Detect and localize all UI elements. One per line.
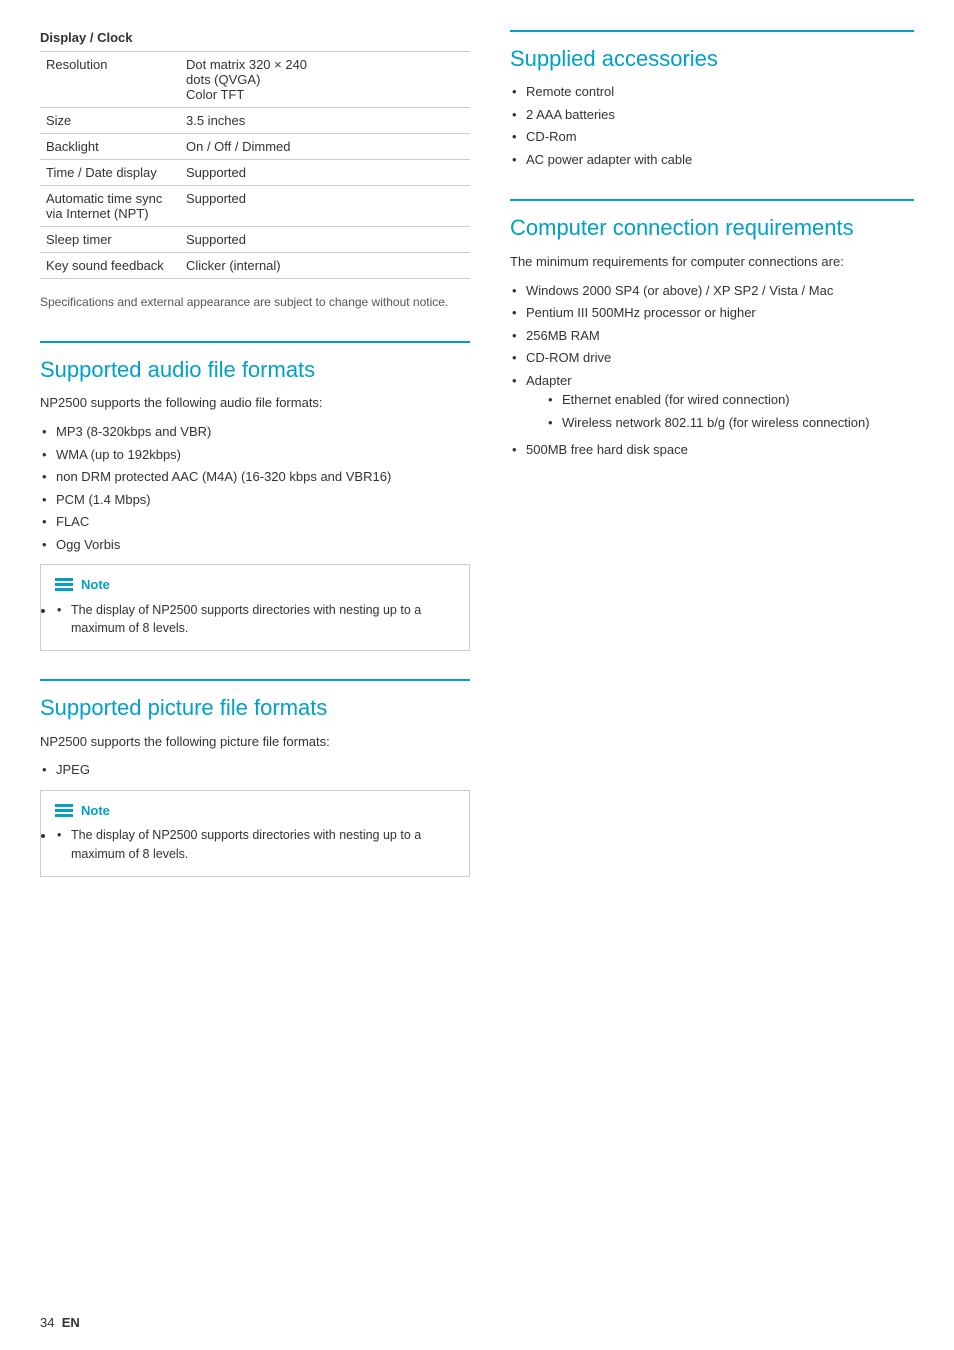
picture-note-box: Note The display of NP2500 supports dire… (40, 790, 470, 877)
audio-formats-section: Supported audio file formats NP2500 supp… (40, 341, 470, 651)
spec-value: Supported (180, 160, 470, 186)
spec-label: Size (40, 108, 180, 134)
adapter-sub-item: Ethernet enabled (for wired connection) (546, 390, 914, 410)
picture-intro: NP2500 supports the following picture fi… (40, 732, 470, 753)
computer-connection-section: Computer connection requirements The min… (510, 199, 914, 459)
picture-list-item: JPEG (40, 760, 470, 780)
computer-divider (510, 199, 914, 201)
spec-row: BacklightOn / Off / Dimmed (40, 134, 470, 160)
spec-value: On / Off / Dimmed (180, 134, 470, 160)
accessories-divider (510, 30, 914, 32)
audio-list-item: MP3 (8-320kbps and VBR) (40, 422, 470, 442)
display-clock-title: Display / Clock (40, 30, 470, 45)
picture-formats-section: Supported picture file formats NP2500 su… (40, 679, 470, 877)
spec-row: Key sound feedbackClicker (internal) (40, 253, 470, 279)
page-number: 34 (40, 1315, 54, 1330)
audio-list-item: FLAC (40, 512, 470, 532)
computer-list-item: 256MB RAM (510, 326, 914, 346)
adapter-sub-list: Ethernet enabled (for wired connection) W… (546, 390, 914, 432)
computer-list: Windows 2000 SP4 (or above) / XP SP2 / V… (510, 281, 914, 460)
picture-note-content: The display of NP2500 supports directori… (55, 826, 455, 864)
computer-list-item: Pentium III 500MHz processor or higher (510, 303, 914, 323)
computer-section-title: Computer connection requirements (510, 215, 914, 241)
picture-note-label: Note (81, 801, 110, 821)
note-icon (55, 578, 73, 591)
computer-list-item: AdapterEthernet enabled (for wired conne… (510, 371, 914, 433)
computer-list-item: CD-ROM drive (510, 348, 914, 368)
accessories-list-item: 2 AAA batteries (510, 105, 914, 125)
audio-list-item: WMA (up to 192kbps) (40, 445, 470, 465)
spec-row: Size3.5 inches (40, 108, 470, 134)
spec-row: Automatic time sync via Internet (NPT)Su… (40, 186, 470, 227)
audio-list-item: non DRM protected AAC (M4A) (16-320 kbps… (40, 467, 470, 487)
spec-label: Time / Date display (40, 160, 180, 186)
accessories-list-item: AC power adapter with cable (510, 150, 914, 170)
adapter-sub-item: Wireless network 802.11 b/g (for wireles… (546, 413, 914, 433)
spec-row: Sleep timerSupported (40, 227, 470, 253)
picture-note-icon (55, 804, 73, 817)
spec-label: Resolution (40, 52, 180, 108)
specs-table: ResolutionDot matrix 320 × 240 dots (QVG… (40, 51, 470, 279)
computer-list-item: Windows 2000 SP4 (or above) / XP SP2 / V… (510, 281, 914, 301)
audio-intro: NP2500 supports the following audio file… (40, 393, 470, 414)
accessories-list-item: CD-Rom (510, 127, 914, 147)
audio-note-item: The display of NP2500 supports directori… (55, 601, 455, 639)
spec-row: ResolutionDot matrix 320 × 240 dots (QVG… (40, 52, 470, 108)
spec-label: Key sound feedback (40, 253, 180, 279)
picture-divider (40, 679, 470, 681)
picture-note-header: Note (55, 801, 455, 821)
spec-value: Supported (180, 186, 470, 227)
computer-list-item: 500MB free hard disk space (510, 440, 914, 460)
audio-note-label: Note (81, 575, 110, 595)
spec-label: Backlight (40, 134, 180, 160)
picture-note-item: The display of NP2500 supports directori… (55, 826, 455, 864)
page-lang: EN (62, 1315, 80, 1330)
spec-value: 3.5 inches (180, 108, 470, 134)
accessories-section-title: Supplied accessories (510, 46, 914, 72)
audio-note-header: Note (55, 575, 455, 595)
display-clock-section: Display / Clock ResolutionDot matrix 320… (40, 30, 470, 311)
audio-section-title: Supported audio file formats (40, 357, 470, 383)
picture-section-title: Supported picture file formats (40, 695, 470, 721)
audio-note-box: Note The display of NP2500 supports dire… (40, 564, 470, 651)
audio-list-item: Ogg Vorbis (40, 535, 470, 555)
spec-row: Time / Date displaySupported (40, 160, 470, 186)
accessories-list: Remote control 2 AAA batteriesCD-Rom AC po… (510, 82, 914, 169)
computer-intro: The minimum requirements for computer co… (510, 252, 914, 273)
audio-note-content: The display of NP2500 supports directori… (55, 601, 455, 639)
audio-list-item: PCM (1.4 Mbps) (40, 490, 470, 510)
spec-value: Dot matrix 320 × 240 dots (QVGA) Color T… (180, 52, 470, 108)
spec-label: Sleep timer (40, 227, 180, 253)
audio-divider (40, 341, 470, 343)
spec-label: Automatic time sync via Internet (NPT) (40, 186, 180, 227)
spec-value: Clicker (internal) (180, 253, 470, 279)
accessories-list-item: Remote control (510, 82, 914, 102)
supplied-accessories-section: Supplied accessories Remote control 2 AAA… (510, 30, 914, 169)
audio-list: MP3 (8-320kbps and VBR) WMA (up to 192kbp… (40, 422, 470, 554)
spec-value: Supported (180, 227, 470, 253)
picture-list: JPEG (40, 760, 470, 780)
page-footer: 34 EN (40, 1315, 80, 1330)
spec-note: Specifications and external appearance a… (40, 293, 470, 311)
